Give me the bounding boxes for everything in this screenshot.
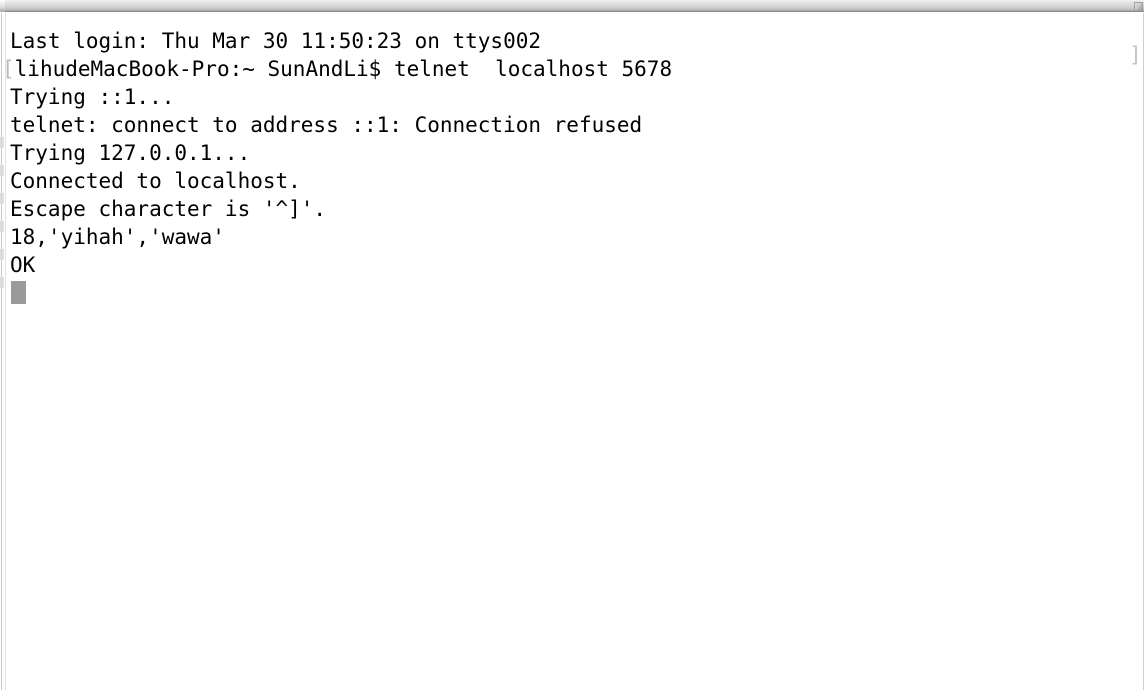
window-resize-marker-icon[interactable] [1134,2,1143,11]
terminal-line-connected: Connected to localhost. [10,169,301,193]
terminal-line-trying-ipv6: Trying ::1... [10,85,175,109]
terminal-line-prompt-command: [lihudeMacBook-Pro:~ SunAndLi$ telnet lo… [2,55,672,83]
terminal-screen[interactable]: Last login: Thu Mar 30 11:50:23 on ttys0… [0,13,1144,690]
terminal-line-connection-refused: telnet: connect to address ::1: Connecti… [10,113,643,137]
terminal-line-escape-character: Escape character is '^]'. [10,197,327,221]
terminal-line-last-login: Last login: Thu Mar 30 11:50:23 on ttys0… [10,29,542,53]
terminal-line-server-response-row: 18,'yihah','wawa' [10,225,225,249]
terminal-body[interactable]: Last login: Thu Mar 30 11:50:23 on ttys0… [0,13,1144,690]
titlebar-left-notch [0,0,5,12]
terminal-line-server-response-ok: OK [10,253,36,277]
prompt-clipped-bracket: [ [2,57,15,81]
terminal-cursor[interactable] [11,281,26,304]
right-edge-clipped-bracket: ] [1129,43,1142,67]
prompt-command-text: lihudeMacBook-Pro:~ SunAndLi$ telnet loc… [14,57,673,81]
terminal-line-trying-ipv4: Trying 127.0.0.1... [10,141,251,165]
terminal-window[interactable]: Terminal — telnet Last login: Thu Mar 30… [0,0,1144,690]
window-titlebar[interactable]: Terminal — telnet [0,0,1144,12]
